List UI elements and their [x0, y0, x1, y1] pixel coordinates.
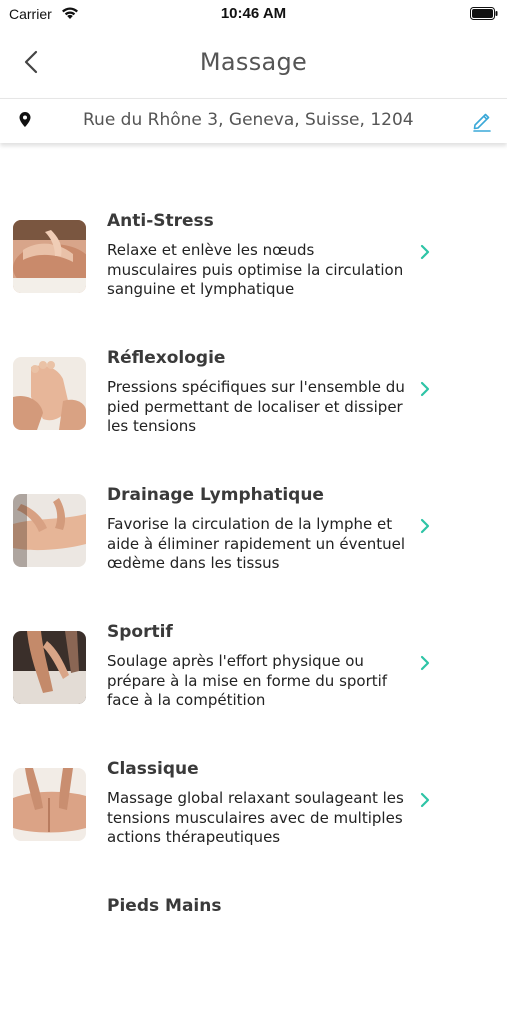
service-item-sportif[interactable]: Sportif Soulage après l'effort physique … — [0, 622, 507, 746]
service-title: Réflexologie — [107, 348, 226, 368]
service-item-pieds-mains[interactable]: Pieds Mains — [0, 896, 507, 1020]
service-title: Sportif — [107, 622, 173, 642]
chevron-right-icon — [420, 655, 430, 671]
service-title: Drainage Lymphatique — [107, 485, 324, 505]
service-item-drainage-lymphatique[interactable]: Drainage Lymphatique Favorise la circula… — [0, 485, 507, 609]
service-thumbnail — [13, 494, 86, 567]
location-pin-icon — [19, 112, 31, 127]
battery-icon — [470, 7, 498, 20]
service-title: Anti-Stress — [107, 211, 214, 231]
service-thumbnail — [13, 631, 86, 704]
service-thumbnail — [13, 357, 86, 430]
status-bar: Carrier 10:46 AM — [0, 0, 507, 28]
service-thumbnail — [13, 768, 86, 841]
service-thumbnail — [13, 220, 86, 293]
service-description: Massage global relaxant soulageant les t… — [107, 789, 404, 846]
address-bar[interactable]: Rue du Rhône 3, Geneva, Suisse, 1204 — [0, 98, 507, 143]
service-item-anti-stress[interactable]: Anti-Stress Relaxe et enlève les nœuds m… — [0, 211, 507, 335]
navigation-bar: Massage — [0, 28, 507, 98]
edit-pencil-icon[interactable] — [471, 110, 493, 132]
service-description: Pressions spécifiques sur l'ensemble du … — [107, 378, 405, 435]
service-title: Pieds Mains — [107, 896, 222, 916]
status-time: 10:46 AM — [220, 5, 287, 22]
chevron-right-icon — [420, 792, 430, 808]
chevron-right-icon — [420, 518, 430, 534]
service-title: Classique — [107, 759, 199, 779]
service-item-reflexologie[interactable]: Réflexologie Pressions spécifiques sur l… — [0, 348, 507, 472]
service-description: Favorise la circulation de la lymphe et … — [107, 515, 406, 572]
address-text: Rue du Rhône 3, Geneva, Suisse, 1204 — [83, 110, 414, 130]
service-description: Soulage après l'effort physique ou prépa… — [107, 652, 388, 709]
chevron-right-icon — [420, 244, 430, 260]
service-list: Anti-Stress Relaxe et enlève les nœuds m… — [0, 142, 507, 916]
service-description: Relaxe et enlève les nœuds musculaires p… — [107, 241, 404, 298]
service-item-classique[interactable]: Classique Massage global relaxant soulag… — [0, 759, 507, 883]
page-title: Massage — [199, 48, 308, 76]
chevron-right-icon — [420, 381, 430, 397]
